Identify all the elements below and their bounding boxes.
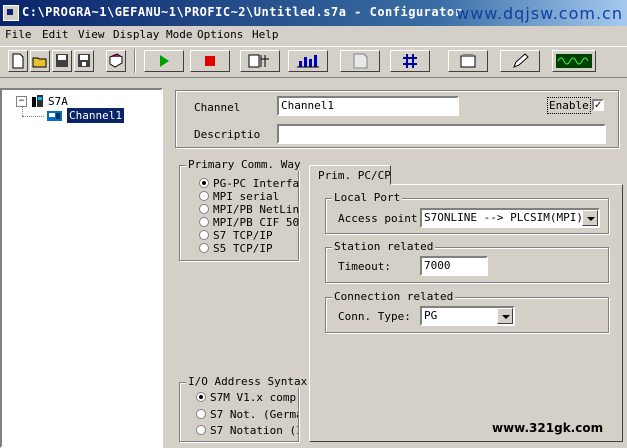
watermark-top: www.dqjsw.com.cn xyxy=(456,4,623,23)
save-disk-icon xyxy=(56,54,68,67)
chevron-down-icon[interactable] xyxy=(582,210,598,226)
radio-s7-notation-intl[interactable]: S7 Notation (I xyxy=(196,424,298,437)
open-button[interactable] xyxy=(30,50,50,72)
tools-icon xyxy=(248,54,269,68)
channel-name-field[interactable]: Channel1 xyxy=(277,96,459,116)
timeout-label: Timeout: xyxy=(338,260,391,273)
app-icon[interactable] xyxy=(3,5,19,21)
description-label: Descriptio xyxy=(194,128,261,141)
tab-prim-pc-cp[interactable]: Prim. PC/CP xyxy=(309,165,391,185)
radio-mpi-pb-netlink[interactable]: MPI/PB NetLin xyxy=(199,203,299,216)
properties-button[interactable] xyxy=(448,50,488,72)
pen-edit-icon xyxy=(513,53,529,68)
timeout-field[interactable]: 7000 xyxy=(420,256,488,276)
channel-tree[interactable]: − S7A Channel1 xyxy=(0,88,163,448)
save-as-button[interactable] xyxy=(74,50,94,72)
run-button[interactable] xyxy=(144,50,184,72)
menu-bar: File Edit View Display Mode Options Help xyxy=(0,26,627,44)
primary-comm-title: Primary Comm. Way xyxy=(186,158,303,171)
menu-view[interactable]: View xyxy=(78,28,105,41)
description-field[interactable] xyxy=(277,124,606,144)
open-folder-icon xyxy=(32,57,47,68)
menu-display-mode[interactable]: Display Mode xyxy=(113,28,192,41)
network-button[interactable] xyxy=(390,50,430,72)
radio-s5-tcpip[interactable]: S5 TCP/IP xyxy=(199,242,299,255)
play-icon xyxy=(160,55,169,67)
document-button[interactable] xyxy=(340,50,380,72)
new-file-icon xyxy=(12,53,24,69)
menu-options[interactable]: Options xyxy=(197,28,243,41)
access-point-label: Access point: xyxy=(338,212,425,225)
access-point-value: S7ONLINE --> PLCSIM(MPI) xyxy=(424,211,583,224)
local-port-title: Local Port xyxy=(332,191,403,204)
radio-selected-dot xyxy=(199,178,209,188)
window-title: C:\PROGRA~1\GEFANU~1\PROFIC~2\Untitled.s… xyxy=(22,5,463,19)
edit-button[interactable] xyxy=(500,50,540,72)
stop-icon xyxy=(205,56,215,66)
tree-item-channel1[interactable]: Channel1 xyxy=(67,108,124,123)
stop-button[interactable] xyxy=(190,50,230,72)
bar-chart-icon xyxy=(297,55,319,68)
save-as-disk-icon xyxy=(78,54,90,67)
conn-type-label: Conn. Type: xyxy=(338,310,411,323)
channel-icon xyxy=(47,111,62,121)
radio-pg-pc-interface[interactable]: PG-PC Interfac xyxy=(199,177,299,190)
properties-panel: Channel Channel1 Enable ✓ Descriptio Pri… xyxy=(170,88,627,448)
signal-button[interactable] xyxy=(552,50,596,72)
enable-checkbox[interactable]: ✓ xyxy=(592,99,604,111)
network-grid-icon xyxy=(403,54,417,68)
access-point-combo[interactable]: S7ONLINE --> PLCSIM(MPI) xyxy=(420,208,600,228)
menu-help[interactable]: Help xyxy=(252,28,279,41)
statistics-button[interactable] xyxy=(288,50,328,72)
book-button[interactable] xyxy=(106,50,126,72)
conn-type-value: PG xyxy=(424,309,438,322)
io-syntax-title: I/O Address Syntax xyxy=(186,375,310,388)
conn-type-combo[interactable]: PG xyxy=(420,306,515,326)
enable-label: Enable xyxy=(547,97,591,114)
document-icon xyxy=(353,53,368,69)
radio-s7-tcpip[interactable]: S7 TCP/IP xyxy=(199,229,299,242)
save-button[interactable] xyxy=(52,50,72,72)
menu-file[interactable]: File xyxy=(5,28,32,41)
connection-title: Connection related xyxy=(332,290,456,303)
waveform-icon xyxy=(556,54,592,68)
plc-icon xyxy=(32,95,43,107)
watermark-bottom: www.321gk.com xyxy=(492,421,604,435)
channel-label: Channel xyxy=(194,101,241,114)
radio-s7-not-german[interactable]: S7 Not. (Germa xyxy=(196,408,298,421)
book-icon xyxy=(109,53,123,68)
configure-button[interactable] xyxy=(240,50,280,72)
radio-s7m-v1x[interactable]: S7M V1.x comp xyxy=(196,391,298,404)
radio-mpi-serial[interactable]: MPI serial xyxy=(199,190,299,203)
menu-edit[interactable]: Edit xyxy=(42,28,69,41)
properties-icon xyxy=(460,54,476,68)
new-button[interactable] xyxy=(8,50,28,72)
station-title: Station related xyxy=(332,240,436,253)
tree-root-label[interactable]: S7A xyxy=(48,95,68,108)
toolbar xyxy=(0,46,627,78)
chevron-down-icon[interactable] xyxy=(497,308,513,324)
radio-mpi-pb-cif50[interactable]: MPI/PB CIF 50 xyxy=(199,216,299,229)
